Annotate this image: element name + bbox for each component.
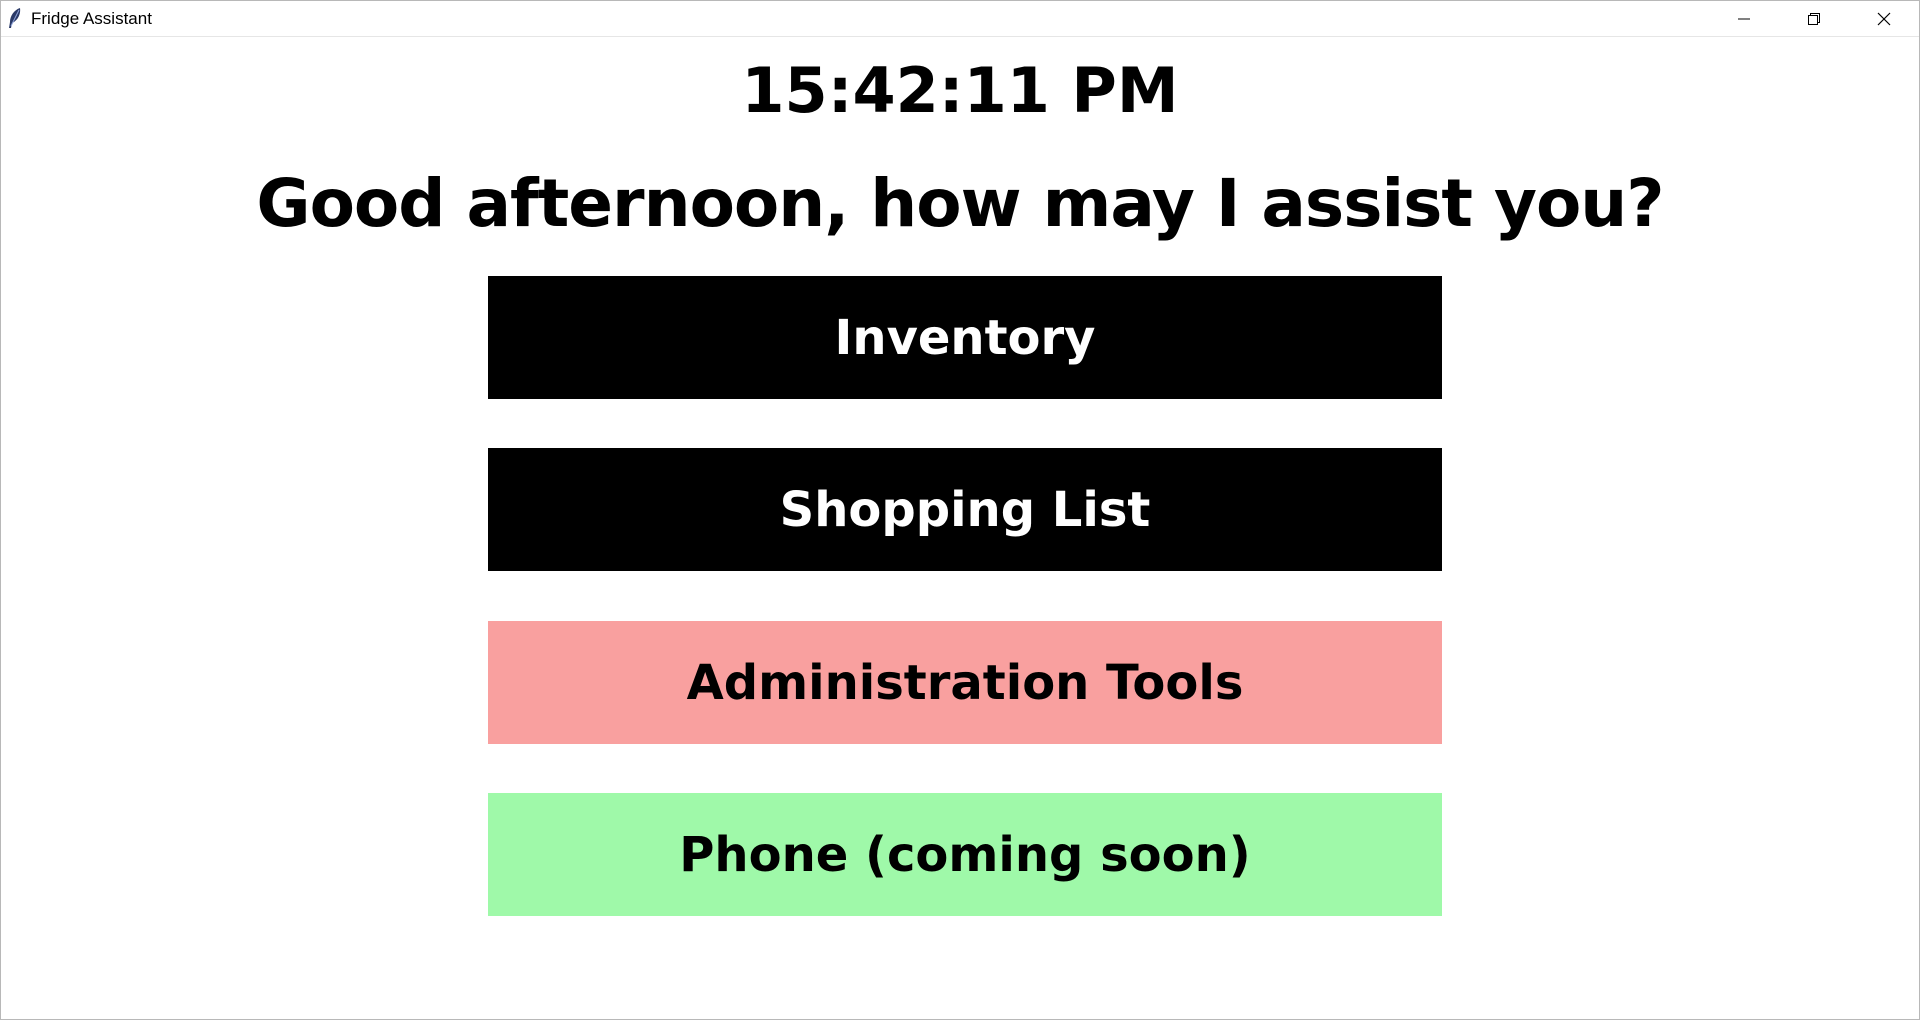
greeting-heading: Good afternoon, how may I assist you? bbox=[256, 165, 1664, 242]
feather-icon bbox=[7, 7, 23, 29]
administration-tools-button[interactable]: Administration Tools bbox=[488, 621, 1442, 744]
inventory-button[interactable]: Inventory bbox=[488, 276, 1442, 399]
minimize-button[interactable] bbox=[1709, 1, 1779, 36]
phone-button[interactable]: Phone (coming soon) bbox=[488, 793, 1442, 916]
app-window: Fridge Assistant 15:42:11 PM Good aftern… bbox=[0, 0, 1920, 1020]
minimize-icon bbox=[1737, 12, 1751, 26]
restore-icon bbox=[1807, 12, 1821, 26]
restore-button[interactable] bbox=[1779, 1, 1849, 36]
title-bar[interactable]: Fridge Assistant bbox=[1, 1, 1919, 37]
window-title: Fridge Assistant bbox=[31, 9, 152, 28]
close-button[interactable] bbox=[1849, 1, 1919, 36]
clock-display: 15:42:11 PM bbox=[741, 54, 1179, 127]
shopping-list-button[interactable]: Shopping List bbox=[488, 448, 1442, 571]
close-icon bbox=[1877, 12, 1891, 26]
